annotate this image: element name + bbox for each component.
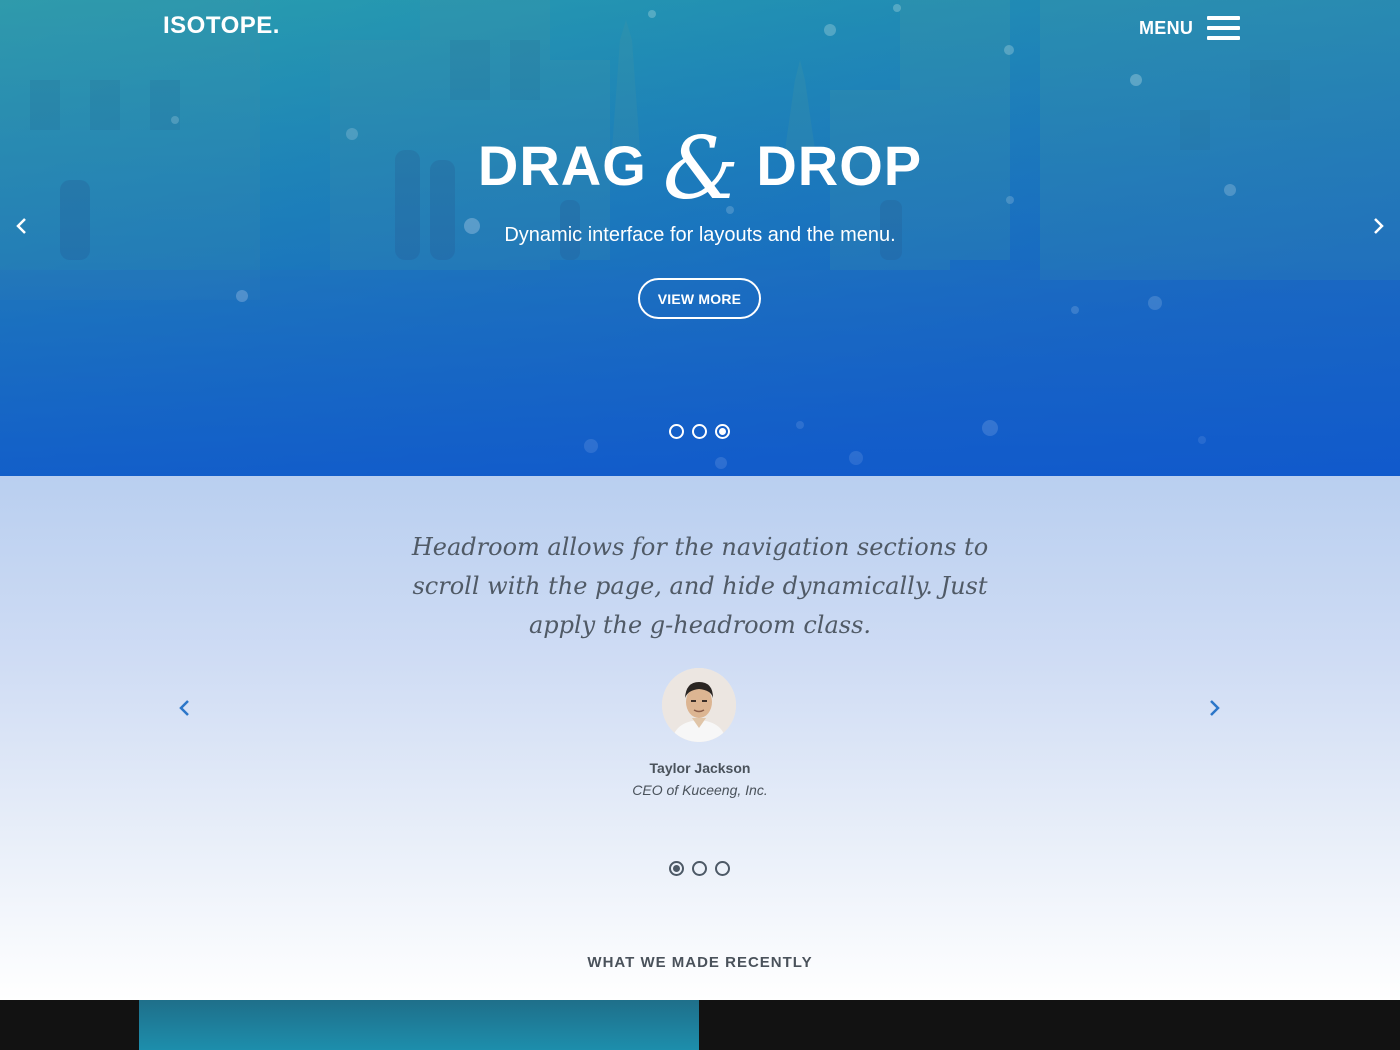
- hero-title: DRAG & DROP: [0, 122, 1400, 212]
- recent-work-gallery: [0, 1000, 1400, 1050]
- hero-title-right: DROP: [756, 133, 923, 197]
- testimonial-next-arrow[interactable]: [1206, 700, 1222, 716]
- person-portrait-icon: [662, 668, 736, 742]
- testimonial-dot-2[interactable]: [692, 861, 707, 876]
- hero-dot-2[interactable]: [692, 424, 707, 439]
- testimonial-pagination: [669, 861, 730, 876]
- hero-slider: ISOTOPE. MENU DRAG & DROP Dynamic interf…: [0, 0, 1400, 476]
- testimonial-dot-1[interactable]: [669, 861, 684, 876]
- hamburger-icon: [1207, 16, 1241, 40]
- testimonial-quote: Headroom allows for the navigation secti…: [411, 533, 989, 639]
- testimonial-prev-arrow[interactable]: [177, 700, 193, 716]
- testimonial-slider: Headroom allows for the navigation secti…: [0, 476, 1400, 1000]
- view-more-button[interactable]: VIEW MORE: [638, 278, 761, 319]
- chevron-left-icon: [179, 700, 189, 716]
- gallery-item-image[interactable]: [139, 1000, 699, 1050]
- hero-title-ampersand: &: [662, 119, 741, 219]
- chevron-right-icon: [1210, 700, 1220, 716]
- recent-work-heading: WHAT WE MADE RECENTLY: [587, 954, 813, 971]
- hero-pagination: [669, 424, 730, 439]
- hero-dot-1[interactable]: [669, 424, 684, 439]
- menu-button[interactable]: MENU: [1139, 16, 1241, 40]
- testimonial-author-role: CEO of Kuceeng, Inc.: [632, 782, 768, 798]
- hero-title-left: DRAG: [477, 133, 647, 197]
- avatar: [662, 668, 736, 742]
- testimonial-author-name: Taylor Jackson: [649, 760, 751, 776]
- testimonial-dot-3[interactable]: [715, 861, 730, 876]
- hero-subtitle: Dynamic interface for layouts and the me…: [504, 224, 896, 246]
- site-logo[interactable]: ISOTOPE.: [163, 12, 280, 40]
- menu-label: MENU: [1139, 17, 1194, 38]
- hero-dot-3[interactable]: [715, 424, 730, 439]
